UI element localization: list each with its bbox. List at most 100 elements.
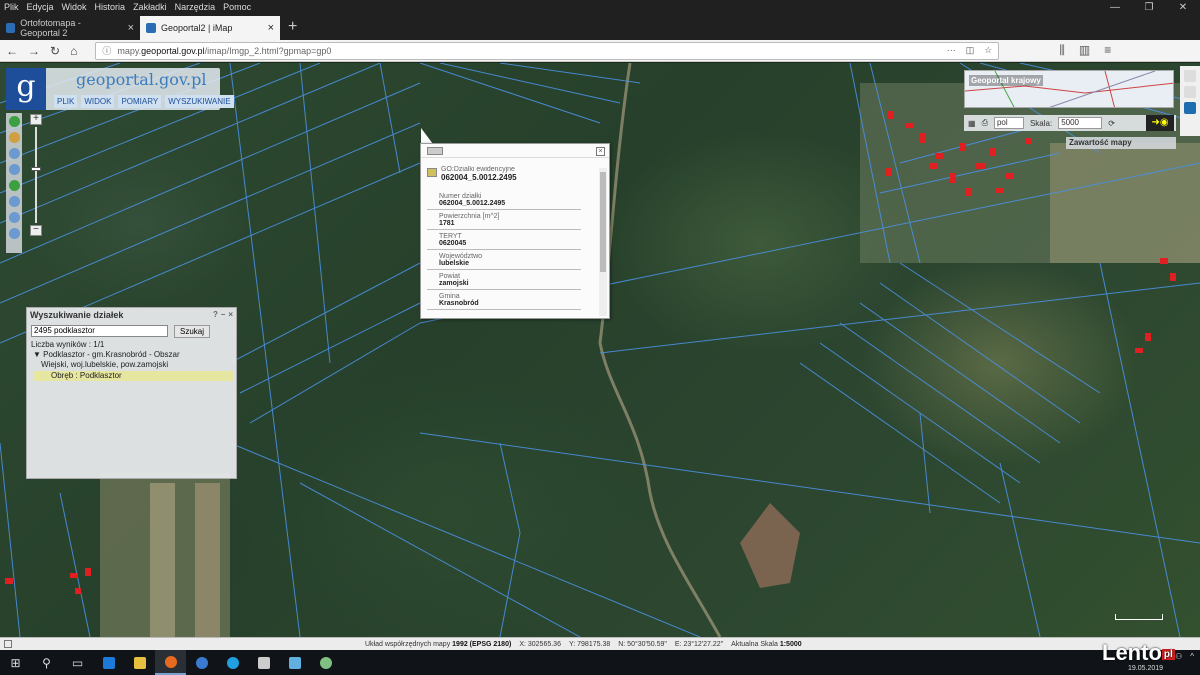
new-tab-icon[interactable]: + (280, 18, 305, 40)
chevron-up-icon[interactable]: ^ (1190, 652, 1194, 661)
addon-icon[interactable] (1184, 70, 1196, 82)
menu-zakladki[interactable]: Zakładki (129, 2, 171, 12)
zoom-minus-icon[interactable]: − (30, 225, 42, 236)
forward-icon[interactable]: → (28, 44, 40, 58)
locate-icon[interactable] (8, 228, 20, 239)
print-icon[interactable]: ⎙ (982, 118, 988, 128)
navigation-bar: ← → ↻ ⌂ ⓘ mapy.geoportal.gov.pl/imap/Img… (0, 40, 1200, 62)
app-icon[interactable] (279, 650, 310, 675)
close-window-icon[interactable]: ✕ (1166, 2, 1200, 13)
tab-title: Geoportal2 | iMap (161, 23, 233, 33)
app-menu-plik[interactable]: PLIK (54, 95, 78, 108)
restore-icon[interactable]: ❐ (1132, 2, 1166, 13)
menu-historia[interactable]: Historia (91, 2, 130, 12)
parcel-search-input[interactable]: 2495 podklasztor (31, 325, 168, 337)
firefox-icon[interactable] (155, 650, 186, 675)
results-count: Liczba wyników : 1/1 (31, 340, 105, 349)
close-tab-icon[interactable]: × (268, 22, 274, 34)
result-item[interactable]: ▼ Podklasztor - gm.Krasnobród - Obszar (33, 350, 233, 360)
library-icon[interactable]: ⫼ (1059, 43, 1065, 58)
popup-scrollbar[interactable] (599, 168, 607, 316)
attribute-row: Powiat zamojski (427, 270, 581, 290)
reload-icon[interactable]: ↻ (50, 44, 60, 58)
info-tool-icon[interactable] (8, 116, 20, 127)
more-icon[interactable]: ··· (947, 45, 956, 56)
edge-icon[interactable] (93, 650, 124, 675)
result-list: ▼ Podklasztor - gm.Krasnobród - Obszar W… (33, 350, 233, 381)
tab-bar: Ortofotomapa - Geoportal 2 × Geoportal2 … (0, 14, 1200, 40)
skype-icon[interactable] (217, 650, 248, 675)
url-text: mapy.geoportal.gov.pl/imap/Imgp_2.html?g… (117, 45, 332, 56)
popup-back-icon[interactable] (427, 147, 443, 155)
minimize-panel-icon[interactable]: – (221, 310, 225, 320)
info-icon[interactable]: ⓘ (102, 44, 111, 57)
help-icon[interactable]: ? (213, 310, 218, 320)
refresh-icon[interactable]: ⟳ (1108, 119, 1115, 128)
language-select[interactable]: pol (993, 117, 1024, 129)
zoom-out-tool-icon[interactable] (8, 164, 20, 175)
url-bar[interactable]: ⓘ mapy.geoportal.gov.pl/imap/Imgp_2.html… (95, 41, 1000, 60)
system-tray: ⚇ ^ (1175, 652, 1194, 661)
people-icon[interactable]: ⚇ (1175, 652, 1182, 661)
geoportal-favicon-icon (6, 23, 16, 33)
next-view-icon[interactable] (8, 212, 20, 223)
map-scale-bar (1115, 614, 1163, 620)
attribute-row: Numer działki 062004_5.0012.2495 (427, 190, 581, 210)
app-menu-wyszukiwania[interactable]: WYSZUKIWANIE (165, 95, 234, 108)
app-icon[interactable] (310, 650, 341, 675)
full-extent-icon[interactable] (8, 180, 20, 191)
search-icon[interactable]: ⚲ (31, 650, 62, 675)
map-contents-header[interactable]: Zawartość mapy (1066, 137, 1176, 149)
legend-icon[interactable]: ▦ (968, 119, 976, 128)
menu-widok[interactable]: Widok (58, 2, 91, 12)
addon-icon[interactable] (1184, 86, 1196, 98)
menu-edycja[interactable]: Edycja (23, 2, 58, 12)
back-icon[interactable]: ← (6, 44, 18, 58)
coord-x: X: 302565.36 (519, 640, 561, 648)
parcel-search-panel: Wyszukiwanie działek ? – × 2495 podklasz… (26, 307, 237, 479)
layer-value: 062004_5.0012.2495 (441, 173, 517, 182)
layer-icon (427, 168, 437, 177)
current-scale-label: Aktualna Skala (731, 640, 778, 648)
task-view-icon[interactable]: ▭ (62, 650, 93, 675)
calculator-icon[interactable] (248, 650, 279, 675)
zoom-plus-icon[interactable]: + (30, 114, 42, 125)
search-button[interactable]: Szukaj (174, 325, 211, 338)
zoom-slider[interactable]: + − (30, 114, 42, 236)
popup-body: GO:Dzialki ewidencyjne 062004_5.0012.249… (427, 166, 593, 316)
app-menu-pomiary[interactable]: POMIARY (118, 95, 162, 108)
tab-ortofotomapa[interactable]: Ortofotomapa - Geoportal 2 × (0, 16, 140, 40)
close-panel-icon[interactable]: × (228, 310, 233, 320)
browser-menubar: Plik Edycja Widok Historia Zakładki Narz… (0, 0, 1200, 14)
result-item-detail: Wiejski, woj.lubelskie, pow.zamojski (41, 360, 169, 369)
tab-imap[interactable]: Geoportal2 | iMap × (140, 16, 280, 40)
eye-icon[interactable]: ➜◉ (1146, 115, 1174, 131)
file-explorer-icon[interactable] (124, 650, 155, 675)
overview-map[interactable]: Geoportal krajowy (964, 70, 1174, 108)
minimize-icon[interactable]: — (1098, 2, 1132, 13)
zoom-in-tool-icon[interactable] (8, 148, 20, 159)
close-tab-icon[interactable]: × (128, 22, 134, 34)
hamburger-menu-icon[interactable]: ≡ (1104, 43, 1111, 58)
scale-input[interactable]: 5000 (1058, 117, 1103, 129)
parcel-info-popup: × GO:Dzialki ewidencyjne 062004_5.0012.2… (420, 143, 610, 319)
menu-narzedzia[interactable]: Narzędzia (171, 2, 220, 12)
zoom-rail[interactable] (31, 127, 41, 223)
menu-plik[interactable]: Plik (0, 2, 23, 12)
pocket-icon[interactable]: ◫ (966, 45, 975, 56)
popup-close-icon[interactable]: × (596, 147, 605, 156)
start-windows-icon[interactable]: ⊞ (0, 650, 31, 675)
previous-view-icon[interactable] (8, 196, 20, 207)
menu-pomoc[interactable]: Pomoc (219, 2, 255, 12)
result-subitem[interactable]: Obręb : Podklasztor (33, 371, 233, 381)
app-menu-widok[interactable]: WIDOK (81, 95, 115, 108)
status-icon[interactable] (4, 640, 12, 648)
sidebar-icon[interactable]: ▥ (1079, 43, 1090, 58)
attribute-row: Województwo lubelskie (427, 250, 581, 270)
zoom-knob[interactable] (31, 167, 41, 171)
pan-hand-icon[interactable] (8, 132, 20, 143)
home-icon[interactable]: ⌂ (70, 44, 77, 58)
bookmark-star-icon[interactable]: ☆ (984, 45, 992, 56)
app-icon[interactable] (186, 650, 217, 675)
addon-icon[interactable] (1184, 102, 1196, 114)
